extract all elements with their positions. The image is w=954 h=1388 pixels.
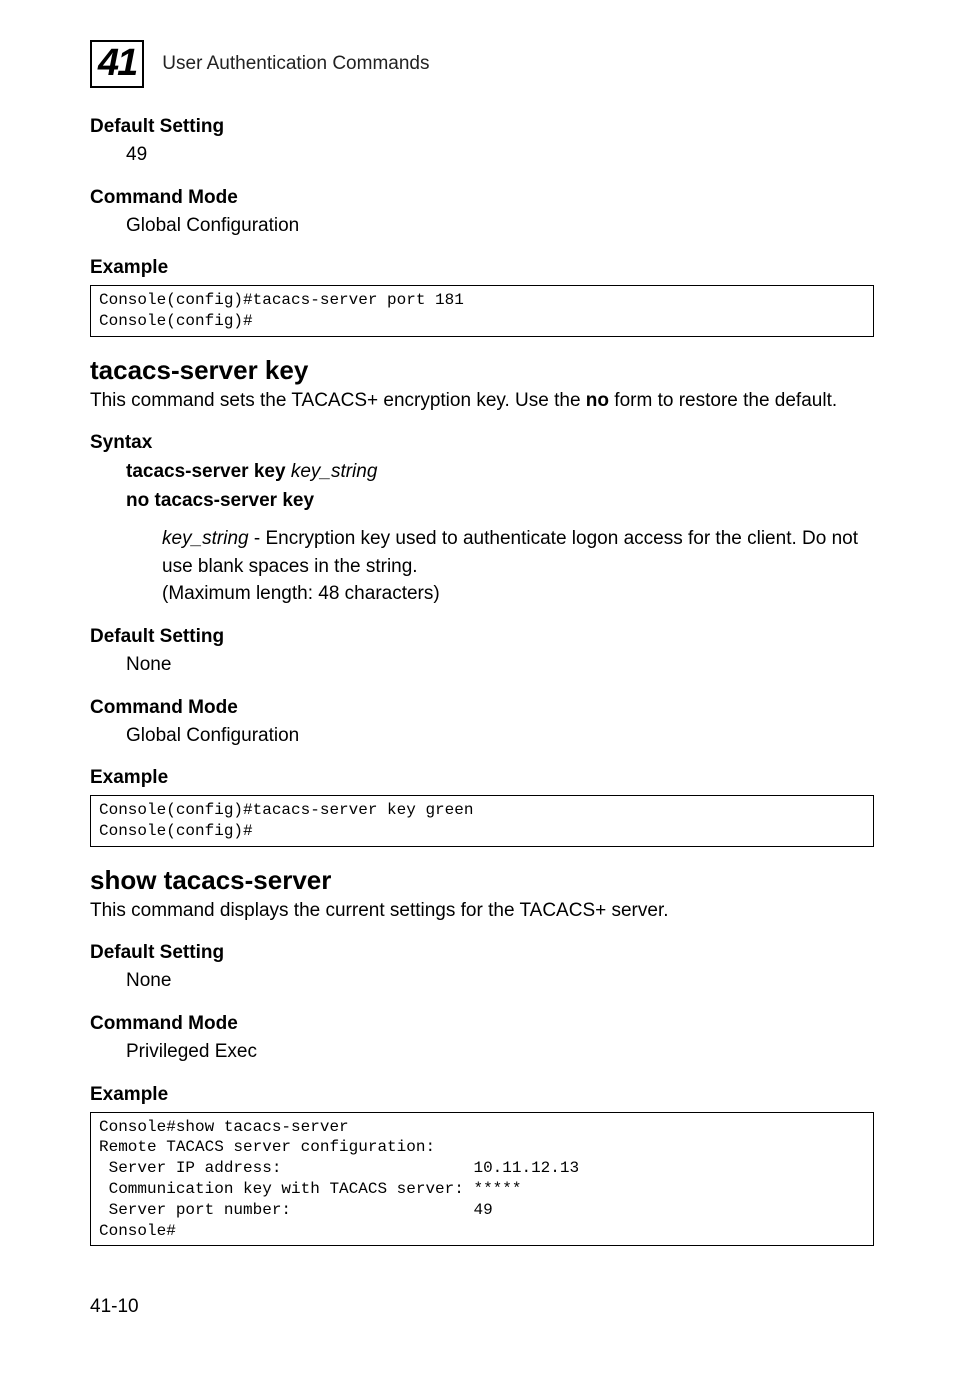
- command-mode-value: Global Configuration: [126, 723, 874, 750]
- syntax-l1-bold: tacacs-server key: [126, 461, 291, 482]
- document-page: 41 User Authentication Commands Default …: [0, 0, 954, 1358]
- desc-line3: (Maximum length: 48 characters): [162, 583, 440, 604]
- command-mode-heading: Command Mode: [90, 697, 874, 719]
- default-setting-heading: Default Setting: [90, 116, 874, 138]
- command-mode-value: Global Configuration: [126, 213, 874, 240]
- default-setting-value: None: [126, 652, 874, 679]
- syntax-heading: Syntax: [90, 432, 874, 454]
- desc-rest: - Encryption key used to authenticate lo…: [162, 528, 858, 577]
- default-setting-heading: Default Setting: [90, 626, 874, 648]
- chapter-number: 41: [98, 42, 136, 84]
- intro-bold: no: [586, 390, 609, 411]
- section-intro: This command displays the current settin…: [90, 898, 874, 925]
- syntax-line-2: no tacacs-server key: [126, 487, 874, 516]
- command-mode-heading: Command Mode: [90, 187, 874, 209]
- desc-italic: key_string: [162, 528, 249, 549]
- default-setting-value: None: [126, 968, 874, 995]
- intro-pre: This command sets the TACACS+ encryption…: [90, 390, 586, 411]
- intro-post: form to restore the default.: [609, 390, 837, 411]
- page-number: 41-10: [90, 1296, 874, 1318]
- example-heading: Example: [90, 257, 874, 279]
- code-block: Console#show tacacs-server Remote TACACS…: [90, 1112, 874, 1247]
- code-block: Console(config)#tacacs-server port 181 C…: [90, 285, 874, 337]
- command-mode-heading: Command Mode: [90, 1013, 874, 1035]
- header-title: User Authentication Commands: [162, 53, 429, 75]
- example-heading: Example: [90, 1084, 874, 1106]
- syntax-l1-italic: key_string: [291, 461, 378, 482]
- code-block: Console(config)#tacacs-server key green …: [90, 795, 874, 847]
- syntax-line-1: tacacs-server key key_string: [126, 458, 874, 487]
- command-mode-value: Privileged Exec: [126, 1039, 874, 1066]
- example-heading: Example: [90, 767, 874, 789]
- section-intro: This command sets the TACACS+ encryption…: [90, 388, 874, 415]
- default-setting-value: 49: [126, 142, 874, 169]
- default-setting-heading: Default Setting: [90, 942, 874, 964]
- section-title-show-tacacs: show tacacs-server: [90, 865, 874, 896]
- syntax-description: key_string - Encryption key used to auth…: [162, 525, 874, 608]
- page-header: 41 User Authentication Commands: [90, 40, 874, 88]
- chapter-number-box: 41: [90, 40, 144, 88]
- section-title-tacacs-key: tacacs-server key: [90, 355, 874, 386]
